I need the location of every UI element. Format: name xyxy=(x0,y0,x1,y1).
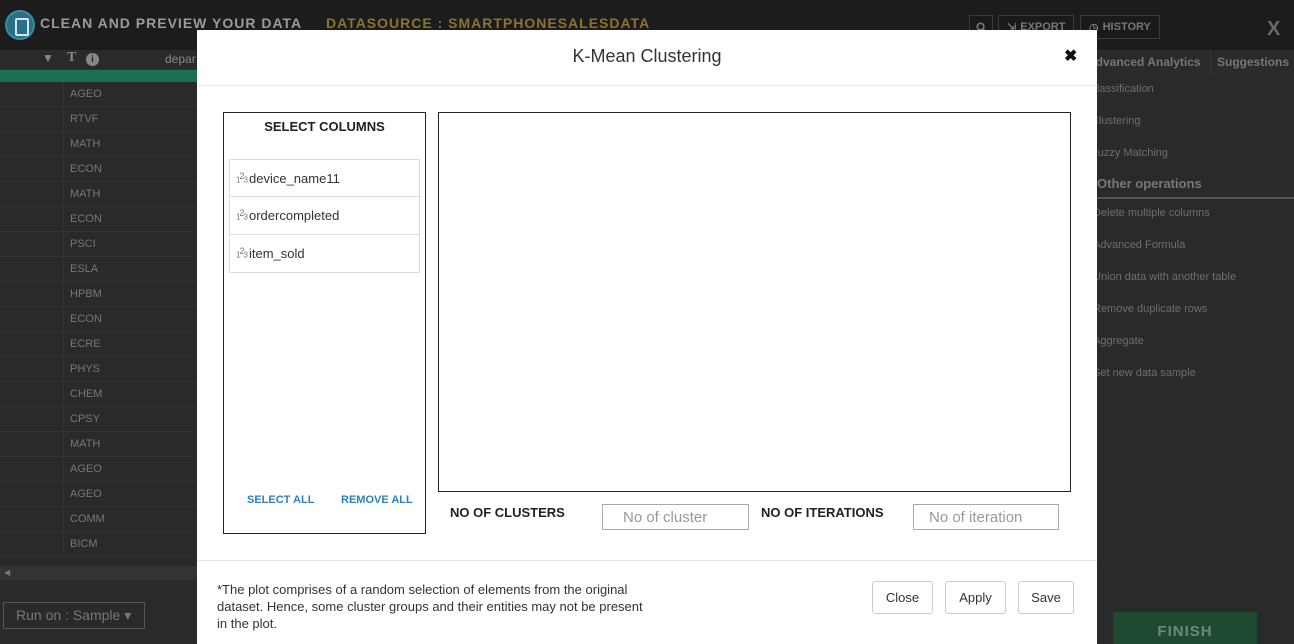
chevron-down-icon: ▾ xyxy=(124,607,132,623)
table-cell[interactable]: ESLA xyxy=(63,257,200,282)
operation-item[interactable]: Set new data sample xyxy=(1093,367,1196,379)
analytics-item[interactable]: Fuzzy Matching xyxy=(1091,147,1168,159)
close-icon[interactable]: ✖ xyxy=(1064,46,1077,66)
tab-suggestions[interactable]: Suggestions xyxy=(1210,50,1289,74)
table-row: MATH xyxy=(0,132,200,157)
column-header: ▼ T i depar xyxy=(0,50,200,70)
list-item[interactable]: 123 device_name11 xyxy=(229,159,420,197)
operation-item[interactable]: Union data with another table xyxy=(1093,271,1236,283)
numeric-type-icon: 123 xyxy=(236,171,248,185)
plot-footnote: *The plot comprises of a random selectio… xyxy=(217,582,643,631)
table-cell[interactable]: MATH xyxy=(63,432,200,457)
modal-header: K-Mean Clustering ✖ xyxy=(197,30,1097,86)
iterations-input[interactable] xyxy=(913,504,1059,530)
column-list: 123 device_name11 123 ordercompleted 123 item… xyxy=(229,159,420,273)
iterations-label: NO OF ITERATIONS xyxy=(761,505,884,520)
save-button[interactable]: Save xyxy=(1018,581,1074,614)
tab-advanced-analytics[interactable]: Advanced Analytics xyxy=(1087,50,1201,74)
operation-item[interactable]: Delete multiple columns xyxy=(1093,207,1210,219)
table-row: ECRE xyxy=(0,332,200,357)
datasource-title: DATASOURCE : SMARTPHONESALESDATA xyxy=(326,15,651,31)
app-title: CLEAN AND PREVIEW YOUR DATA xyxy=(40,15,303,31)
table-row: PSCI xyxy=(0,232,200,257)
table-row: PHYS xyxy=(0,357,200,382)
table-cell[interactable]: RTVF xyxy=(63,107,200,132)
data-grid: AGEO RTVF MATH ECON MATH ECON PSCI ESLA HPBM ECON… xyxy=(0,82,200,557)
column-option-label: item_sold xyxy=(249,246,305,261)
table-cell[interactable]: AGEO xyxy=(63,82,200,107)
panel-tabs: Advanced Analytics Suggestions xyxy=(1087,50,1294,74)
horizontal-scrollbar[interactable]: ◀ xyxy=(0,566,200,580)
table-row: ECON xyxy=(0,157,200,182)
clusters-label: NO OF CLUSTERS xyxy=(450,505,565,520)
analytics-item[interactable]: Clustering xyxy=(1091,115,1141,127)
other-operations-heading: Other operations xyxy=(1097,176,1294,199)
operations-panel: Advanced Analytics Suggestions Classific… xyxy=(1087,50,1294,644)
remove-all-button[interactable]: REMOVE ALL xyxy=(341,494,413,506)
select-all-button[interactable]: SELECT ALL xyxy=(247,494,314,506)
cluster-plot-area xyxy=(438,112,1071,492)
apply-button[interactable]: Apply xyxy=(945,581,1006,614)
select-columns-panel: SELECT COLUMNS 123 device_name11 123 orderc… xyxy=(223,112,426,534)
table-row: MATH xyxy=(0,182,200,207)
clusters-input[interactable] xyxy=(602,504,749,530)
table-row: ESLA xyxy=(0,257,200,282)
table-cell[interactable]: HPBM xyxy=(63,282,200,307)
table-row: HPBM xyxy=(0,282,200,307)
table-cell[interactable]: ECON xyxy=(63,207,200,232)
table-row: CPSY xyxy=(0,407,200,432)
operation-item[interactable]: Advanced Formula xyxy=(1093,239,1185,251)
modal-footer: *The plot comprises of a random selectio… xyxy=(197,560,1097,644)
table-cell[interactable]: MATH xyxy=(63,132,200,157)
chevron-down-icon[interactable]: ▼ xyxy=(42,51,54,65)
history-label: HISTORY xyxy=(1102,21,1151,33)
numeric-type-icon: 123 xyxy=(236,208,248,222)
close-button[interactable]: Close xyxy=(872,581,933,614)
table-cell[interactable]: PHYS xyxy=(63,357,200,382)
modal-title: K-Mean Clustering xyxy=(572,46,722,66)
operation-item[interactable]: Remove duplicate rows xyxy=(1093,303,1207,315)
info-icon[interactable]: i xyxy=(86,53,99,66)
table-row: ECON xyxy=(0,207,200,232)
table-row: CHEM xyxy=(0,382,200,407)
table-cell[interactable]: PSCI xyxy=(63,232,200,257)
operation-item[interactable]: Aggregate xyxy=(1093,335,1144,347)
run-on-dropdown[interactable]: Run on : Sample ▾ xyxy=(3,602,145,629)
run-on-label: Run on : Sample xyxy=(16,607,121,623)
table-cell[interactable]: AGEO xyxy=(63,482,200,507)
text-type-icon: T xyxy=(67,50,77,65)
table-cell[interactable]: COMM xyxy=(63,507,200,532)
select-columns-title: SELECT COLUMNS xyxy=(264,119,385,134)
table-cell[interactable]: ECON xyxy=(63,157,200,182)
table-cell[interactable]: AGEO xyxy=(63,457,200,482)
table-row: AGEO xyxy=(0,82,200,107)
table-row: ECON xyxy=(0,307,200,332)
table-cell[interactable]: BICM xyxy=(63,532,200,557)
numeric-type-icon: 123 xyxy=(236,246,248,260)
table-row: MATH xyxy=(0,432,200,457)
table-cell[interactable]: MATH xyxy=(63,182,200,207)
column-quality-bar xyxy=(0,70,200,82)
column-option-label: device_name11 xyxy=(249,171,340,186)
list-item[interactable]: 123 item_sold xyxy=(229,235,420,273)
list-item[interactable]: 123 ordercompleted xyxy=(229,197,420,235)
table-row: AGEO xyxy=(0,482,200,507)
table-row: RTVF xyxy=(0,107,200,132)
app-logo-icon xyxy=(5,10,35,40)
scroll-left-icon[interactable]: ◀ xyxy=(4,568,10,577)
column-option-label: ordercompleted xyxy=(249,208,340,223)
close-app-button[interactable]: X xyxy=(1267,18,1280,41)
finish-button[interactable]: FINISH xyxy=(1113,612,1257,644)
kmeans-modal: K-Mean Clustering ✖ SELECT COLUMNS 123 de… xyxy=(197,30,1097,644)
table-row: AGEO xyxy=(0,457,200,482)
tab-suggestions-label: Suggestions xyxy=(1217,55,1290,69)
analytics-item[interactable]: Classification xyxy=(1089,83,1154,95)
table-row: COMM xyxy=(0,507,200,532)
table-cell[interactable]: ECON xyxy=(63,307,200,332)
table-row: BICM xyxy=(0,532,200,557)
table-cell[interactable]: CPSY xyxy=(63,407,200,432)
table-cell[interactable]: CHEM xyxy=(63,382,200,407)
table-cell[interactable]: ECRE xyxy=(63,332,200,357)
column-name[interactable]: depar xyxy=(165,52,196,66)
